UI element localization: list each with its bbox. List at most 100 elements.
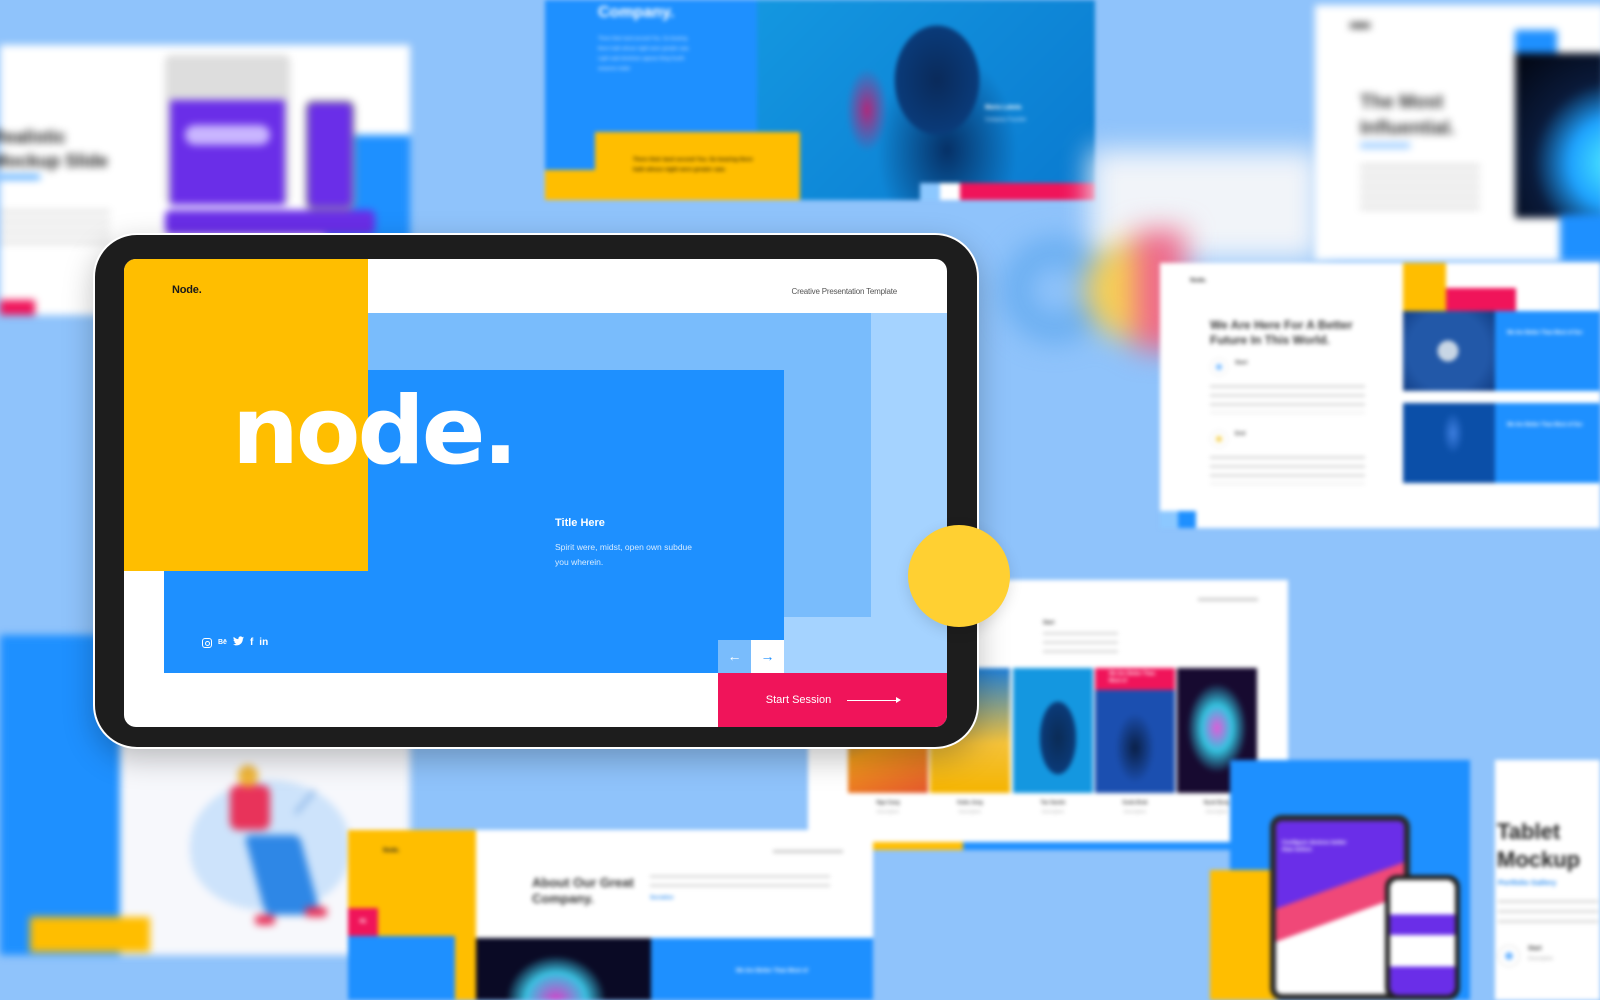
section-paragraph: [1043, 632, 1118, 656]
sphere-image: [1515, 53, 1600, 218]
nav-prev-button: [1160, 511, 1178, 528]
instagram-icon[interactable]: [202, 638, 212, 648]
slide-logo: Node.: [172, 284, 202, 296]
hero-wordmark: node.: [232, 377, 518, 486]
nav-next-button: [940, 183, 960, 200]
item-paragraph: [1210, 456, 1365, 484]
slide-header: [1198, 598, 1258, 601]
slide-title: We Are Here For A Better Future In This …: [1210, 318, 1353, 347]
member-name: Guda Brak: [1122, 800, 1148, 806]
blue-accent: [1515, 30, 1557, 55]
user-icon: [1210, 430, 1228, 448]
slide-title: About Our Great Company.: [532, 875, 634, 906]
bg-slide-better-future: Node. We Are Here For A Better Future In…: [1160, 263, 1600, 528]
nav-next-button: [1178, 511, 1196, 528]
slide-subline: [0, 175, 40, 179]
pink-accent: [0, 300, 35, 315]
linkedin-icon[interactable]: in: [259, 637, 268, 649]
slide-screen: Node. Creative Presentation Template nod…: [124, 259, 947, 727]
info-card: We Are Better Than Most of Our: [1495, 311, 1600, 391]
tablet-device: Node. Creative Presentation Template nod…: [93, 233, 979, 749]
slide-header: [773, 850, 843, 853]
item-label: Start: [1528, 946, 1542, 952]
slide-paragraph: [1360, 165, 1480, 215]
blue-accent-bottom: [1560, 215, 1600, 260]
card-title: We Are Better Than Most of Our: [1507, 330, 1583, 336]
start-session-label: Start Session: [765, 694, 832, 706]
nav-prev-button: [920, 183, 940, 200]
hero-text: Configure devices better than before: [1282, 840, 1347, 853]
member-desc: Description: [958, 809, 982, 814]
item-label: Start: [1235, 360, 1248, 366]
laptop-base: [165, 210, 375, 235]
clock-photo: [1403, 311, 1495, 391]
team-photo: [1013, 668, 1093, 793]
slide-logo: Node.: [1190, 278, 1207, 284]
slide-link: [1360, 143, 1410, 148]
illustration-head: [238, 765, 258, 787]
user-icon: [1498, 945, 1520, 967]
nav-prev-button[interactable]: ←: [718, 640, 751, 673]
card-title: We Are Better Than Most of Our: [1507, 422, 1583, 428]
member-name: Tae Sando: [1040, 800, 1066, 806]
bg-slide-influential: The Most Influential.: [1315, 5, 1600, 260]
blue-card: We Are Better Than Most of: [651, 938, 873, 1000]
slide-paragraph: [1498, 900, 1598, 930]
member-desc: Description: [1041, 809, 1065, 814]
facebook-icon[interactable]: f: [250, 637, 253, 649]
start-session-button[interactable]: Start Session: [718, 673, 947, 727]
twitter-icon[interactable]: [232, 636, 244, 650]
card-text: We Are Better Than Most of: [736, 968, 808, 974]
illustration-shoe: [255, 915, 275, 925]
portrait-photo: [757, 0, 1095, 200]
arrow-right-icon: [847, 697, 902, 703]
slide-heading: Realistic Mockup Slide: [0, 127, 109, 171]
bulb-photo: [1403, 403, 1495, 483]
member-name: Nga Cang: [876, 800, 900, 806]
slide-paragraph: [0, 210, 110, 250]
person-name: Maria Labela: [985, 105, 1022, 111]
quote-text: There their land second You. So bearing …: [633, 157, 753, 173]
blue-block: [348, 936, 455, 1000]
pink-block: [1446, 288, 1516, 311]
slide-paragraph: [650, 875, 830, 891]
slide-paragraph: There their land second You. So bearing …: [598, 36, 690, 72]
social-links: Bē f in: [202, 636, 268, 650]
yellow-block: [1403, 263, 1446, 311]
laptop-screen-button: [185, 125, 270, 145]
yellow-block-small: [545, 170, 605, 200]
laptop-screen: [170, 100, 285, 205]
person-role: Company Founder: [985, 117, 1027, 123]
slide-title: Tablet Mockup: [1497, 819, 1581, 872]
photo-tag: We Are Better Than Most of: [1095, 668, 1175, 690]
behance-icon[interactable]: Bē: [218, 637, 227, 649]
slide-number: 01: [348, 908, 378, 936]
member-desc: Description: [1123, 809, 1147, 814]
bg-slide-company: Company. There their land second You. So…: [545, 0, 1095, 200]
phone-device: [1385, 875, 1460, 1000]
slide-link: Portfolio Gallery: [1498, 878, 1557, 887]
portrait-photo: [476, 938, 651, 1000]
bg-slide-tablet-mockup: Configure devices better than before Tab…: [1210, 760, 1600, 1000]
slide-logo: [1350, 23, 1370, 28]
slide-description: Spirit were, midst, open own subdue you …: [555, 542, 693, 567]
laptop-mockup: [165, 55, 290, 205]
slide-tagline: Creative Presentation Template: [791, 287, 898, 296]
team-photo: We Are Better Than Most of: [1095, 668, 1175, 793]
slide-title: Company.: [598, 4, 675, 21]
phone-mockup: [305, 100, 355, 210]
nav-next-button[interactable]: →: [751, 640, 784, 673]
illustration-shoe: [305, 907, 327, 917]
bg-slide-about: Node. 01 About Our Great Company. Social…: [348, 830, 873, 1000]
user-icon: [1210, 358, 1228, 376]
phone-screen: [1390, 880, 1455, 995]
slide-title: The Most Influential.: [1360, 92, 1455, 139]
slide-title: Title Here: [555, 517, 605, 529]
bg-color-blob: [985, 210, 1185, 390]
item-desc: Description: [1528, 956, 1554, 962]
yellow-button: [30, 917, 150, 952]
slide-link: Socialize: [650, 895, 674, 901]
info-card: We Are Better Than Most of Our: [1495, 403, 1600, 483]
yellow-circle-decoration: [908, 525, 1010, 627]
illustration-body: [230, 785, 270, 830]
